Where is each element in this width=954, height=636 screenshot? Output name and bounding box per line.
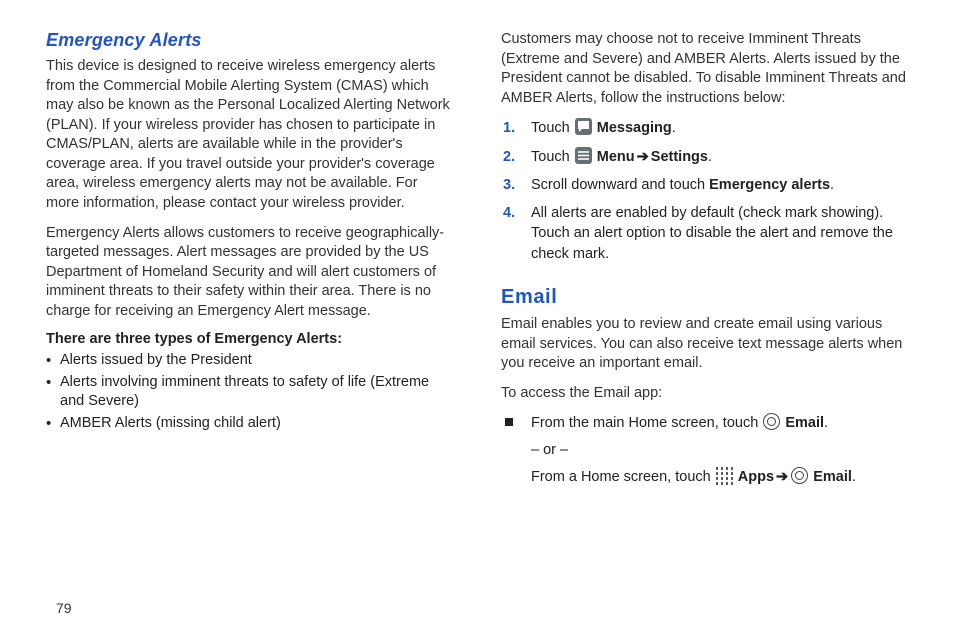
list-item: From the main Home screen, touch Email. …	[501, 413, 908, 488]
step-text: All alerts are enabled by default (check…	[531, 205, 893, 262]
step-text: .	[708, 149, 712, 165]
step-text: Scroll downward and touch	[531, 177, 709, 193]
paragraph-disable-intro: Customers may choose not to receive Immi…	[501, 30, 908, 108]
item-bold: Email	[813, 469, 852, 485]
paragraph-ea-1: This device is designed to receive wirel…	[46, 57, 453, 214]
email-access-list: From the main Home screen, touch Email. …	[501, 413, 908, 494]
item-text: .	[824, 415, 828, 431]
left-column: Emergency Alerts This device is designed…	[46, 30, 453, 594]
step-2: Touch Menu➔Settings.	[501, 147, 908, 167]
step-text: .	[672, 120, 676, 136]
list-item: Alerts involving imminent threats to saf…	[46, 373, 453, 412]
step-text: .	[830, 177, 834, 193]
heading-emergency-alerts: Emergency Alerts	[46, 30, 453, 51]
step-text: Touch	[531, 120, 574, 136]
step-3: Scroll downward and touch Emergency aler…	[501, 175, 908, 195]
paragraph-email-1: Email enables you to review and create e…	[501, 315, 908, 374]
two-column-layout: Emergency Alerts This device is designed…	[46, 30, 908, 594]
list-item: AMBER Alerts (missing child alert)	[46, 414, 453, 434]
step-bold: Menu	[597, 149, 635, 165]
item-text: .	[852, 469, 856, 485]
item-text: From the main Home screen, touch	[531, 415, 762, 431]
messaging-icon	[575, 118, 592, 135]
email-icon	[763, 413, 780, 430]
menu-icon	[575, 147, 592, 164]
email-icon	[791, 467, 808, 484]
apps-icon	[716, 467, 733, 484]
heading-email: Email	[501, 286, 908, 309]
step-bold: Settings	[651, 149, 708, 165]
item-alt-line: From a Home screen, touch Apps➔ Email.	[531, 467, 908, 488]
subheading-alert-types: There are three types of Emergency Alert…	[46, 331, 453, 347]
list-item: Alerts issued by the President	[46, 351, 453, 371]
disable-steps-list: Touch Messaging. Touch Menu➔Settings. Sc…	[501, 118, 908, 272]
page-number: 79	[56, 600, 908, 616]
step-4: All alerts are enabled by default (check…	[501, 203, 908, 264]
item-text: From a Home screen, touch	[531, 469, 715, 485]
arrow-icon: ➔	[635, 149, 651, 165]
arrow-icon: ➔	[774, 469, 790, 485]
paragraph-email-2: To access the Email app:	[501, 384, 908, 404]
alert-types-list: Alerts issued by the President Alerts in…	[46, 351, 453, 435]
right-column: Customers may choose not to receive Immi…	[501, 30, 908, 594]
paragraph-ea-2: Emergency Alerts allows customers to rec…	[46, 224, 453, 322]
step-bold: Emergency alerts	[709, 177, 830, 193]
step-text: Touch	[531, 149, 574, 165]
item-bold: Email	[785, 415, 824, 431]
or-separator: – or –	[531, 440, 908, 461]
step-1: Touch Messaging.	[501, 118, 908, 138]
step-bold: Messaging	[597, 120, 672, 136]
item-bold: Apps	[738, 469, 774, 485]
